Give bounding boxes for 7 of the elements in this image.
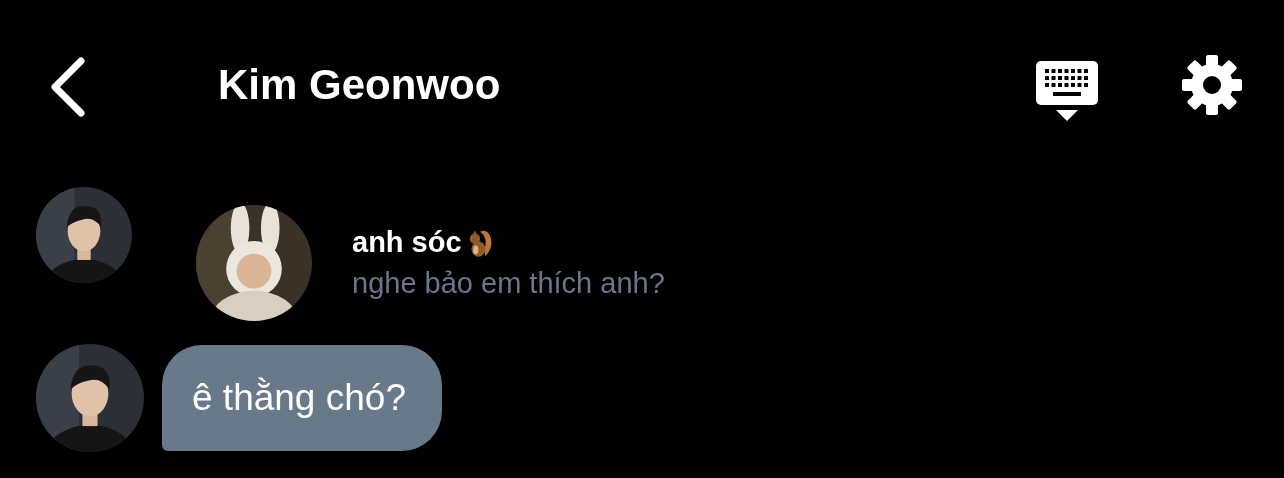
keyboard-icon[interactable] — [1036, 61, 1098, 121]
chat-title: Kim Geonwoo — [218, 61, 502, 109]
settings-icon[interactable] — [1182, 55, 1242, 115]
back-icon[interactable] — [48, 57, 86, 117]
message-preview: nghe bảo em thích anh? — [352, 267, 665, 300]
message-bubble: ê thằng chó? — [162, 345, 442, 451]
sender-name: anh sóc — [352, 226, 462, 259]
